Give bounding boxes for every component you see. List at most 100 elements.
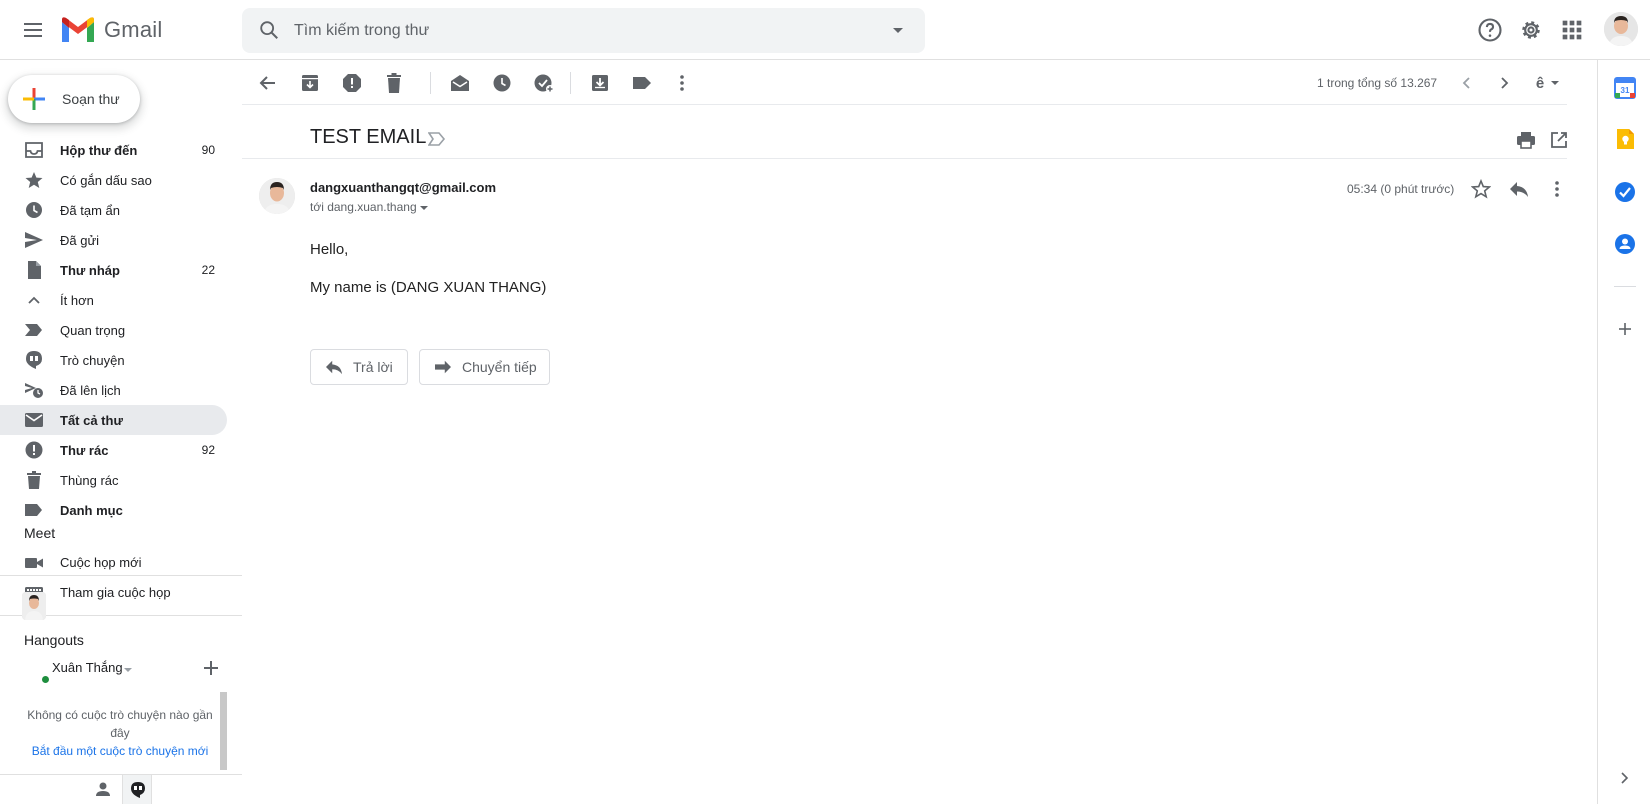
labels-button[interactable] <box>630 72 654 94</box>
chevron-right-icon <box>1501 77 1509 89</box>
message-view: 1 trong tổng số 13.267 ê TEST EMAIL dang… <box>242 60 1597 804</box>
help-icon <box>1478 18 1502 42</box>
report-spam-button[interactable] <box>340 72 364 94</box>
archive-button[interactable] <box>298 72 322 94</box>
hangouts-scrollbar[interactable] <box>220 692 227 770</box>
mailbox-nav: Hộp thư đến 90 Có gắn dấu sao Đã tạm ẩn … <box>0 135 242 576</box>
search-options-caret-icon[interactable] <box>891 24 905 38</box>
get-addons-button[interactable] <box>1614 318 1636 340</box>
nav-label: Đã lên lịch <box>60 382 121 398</box>
message-more-button[interactable] <box>1546 178 1568 200</box>
draft-count: 22 <box>201 263 215 277</box>
mark-unread-icon <box>451 75 469 91</box>
delete-button[interactable] <box>382 72 406 94</box>
status-caret-icon[interactable] <box>123 666 133 674</box>
nav-item-drafts[interactable]: Thư nháp 22 <box>0 255 227 285</box>
forward-action-button[interactable]: Chuyển tiếp <box>419 349 550 385</box>
draft-icon <box>28 261 41 279</box>
clock-icon <box>493 74 511 92</box>
new-meeting-button[interactable]: Cuộc họp mới <box>0 548 242 578</box>
hangouts-bottom-tabs <box>0 774 242 804</box>
svg-text:31: 31 <box>1621 86 1630 95</box>
move-to-button[interactable] <box>588 72 612 94</box>
account-avatar[interactable] <box>1604 12 1638 46</box>
user-avatar-image <box>259 178 295 214</box>
no-conversations-text: Không có cuộc trò chuyện nào gần đây <box>27 708 213 740</box>
keep-app-button[interactable] <box>1614 128 1636 150</box>
message-toolbar: 1 trong tổng số 13.267 ê <box>242 60 1567 105</box>
conversations-tab[interactable] <box>122 775 152 804</box>
nav-item-starred[interactable]: Có gắn dấu sao <box>0 165 227 195</box>
nav-item-spam[interactable]: Thư rác 92 <box>0 435 227 465</box>
google-apps-button[interactable] <box>1558 16 1586 44</box>
pagination-text: 1 trong tổng số 13.267 <box>1317 76 1438 90</box>
compose-plus-icon <box>23 88 45 110</box>
show-details-caret-icon[interactable] <box>419 204 429 212</box>
nav-item-less[interactable]: Ít hơn <box>0 285 227 315</box>
nav-item-trash[interactable]: Thùng rác <box>0 465 227 495</box>
recipient-line: tới dang.xuan.thang <box>310 200 417 214</box>
compose-label: Soạn thư <box>62 91 120 107</box>
hide-side-panel-button[interactable] <box>1614 767 1636 789</box>
input-tools-button[interactable]: ê <box>1530 72 1566 94</box>
nav-item-sent[interactable]: Đã gửi <box>0 225 227 255</box>
video-camera-icon <box>25 558 43 568</box>
compose-button[interactable]: Soạn thư <box>8 75 140 123</box>
importance-marker-icon[interactable] <box>428 132 446 146</box>
nav-label: Đã gửi <box>60 232 100 248</box>
contacts-icon <box>1615 234 1635 254</box>
snooze-button[interactable] <box>490 72 514 94</box>
gmail-m-icon <box>62 17 94 42</box>
new-conversation-plus-icon[interactable] <box>203 660 219 676</box>
arrow-left-icon <box>259 76 275 90</box>
star-button[interactable] <box>1470 178 1492 200</box>
nav-item-inbox[interactable]: Hộp thư đến 90 <box>0 135 227 165</box>
hamburger-menu-icon <box>24 23 42 37</box>
mark-unread-button[interactable] <box>448 72 472 94</box>
hangouts-user-name[interactable]: Xuân Thắng <box>52 660 123 675</box>
main-menu-button[interactable] <box>20 18 48 42</box>
newer-button[interactable] <box>1455 72 1479 94</box>
search-icon[interactable] <box>258 19 280 41</box>
back-button[interactable] <box>256 72 280 94</box>
chevron-up-icon <box>28 296 40 304</box>
tasks-app-button[interactable] <box>1614 181 1636 203</box>
reply-action-button[interactable]: Trả lời <box>310 349 408 385</box>
chevron-right-icon <box>1621 772 1629 784</box>
nav-label: Thùng rác <box>60 472 119 488</box>
calendar-app-button[interactable]: 31 <box>1614 77 1636 99</box>
nav-item-chats[interactable]: Trò chuyện <box>0 345 227 375</box>
contacts-app-button[interactable] <box>1614 233 1636 255</box>
nav-item-all-mail[interactable]: Tất cả thư <box>0 405 227 435</box>
tasks-icon <box>1615 182 1635 202</box>
message-body-line: Hello, <box>310 241 349 258</box>
nav-item-important[interactable]: Quan trọng <box>0 315 227 345</box>
message-body-line: My name is (DANG XUAN THANG) <box>310 279 547 296</box>
hangouts-user-avatar[interactable] <box>22 592 46 620</box>
sender-email[interactable]: dangxuanthangqt@gmail.com <box>310 180 496 195</box>
open-in-new-window-button[interactable] <box>1550 131 1572 151</box>
contacts-tab[interactable] <box>88 775 118 804</box>
print-all-button[interactable] <box>1516 131 1538 151</box>
nav-item-categories[interactable]: Danh mục <box>0 495 227 525</box>
support-button[interactable] <box>1476 16 1504 44</box>
search-input[interactable] <box>294 8 854 53</box>
user-avatar-image <box>22 592 46 620</box>
settings-button[interactable] <box>1517 16 1545 44</box>
label-icon <box>25 504 42 516</box>
nav-item-scheduled[interactable]: Đã lên lịch <box>0 375 227 405</box>
reply-button[interactable] <box>1508 178 1530 200</box>
add-to-tasks-button[interactable] <box>532 72 556 94</box>
calendar-icon: 31 <box>1614 77 1636 99</box>
move-to-icon <box>592 75 608 91</box>
nav-item-snoozed[interactable]: Đã tạm ẩn <box>0 195 227 225</box>
older-button[interactable] <box>1492 72 1516 94</box>
reply-icon <box>1510 182 1528 197</box>
input-tools-caret-icon <box>1551 81 1560 85</box>
gmail-logo[interactable]: Gmail <box>60 14 162 46</box>
start-conversation-link[interactable]: Bắt đầu một cuộc trò chuyện mới <box>22 744 218 758</box>
nav-label: Đã tạm ẩn <box>60 202 120 218</box>
sender-avatar[interactable] <box>259 178 295 214</box>
more-actions-button[interactable] <box>670 72 694 94</box>
email-subject: TEST EMAIL <box>310 126 427 148</box>
